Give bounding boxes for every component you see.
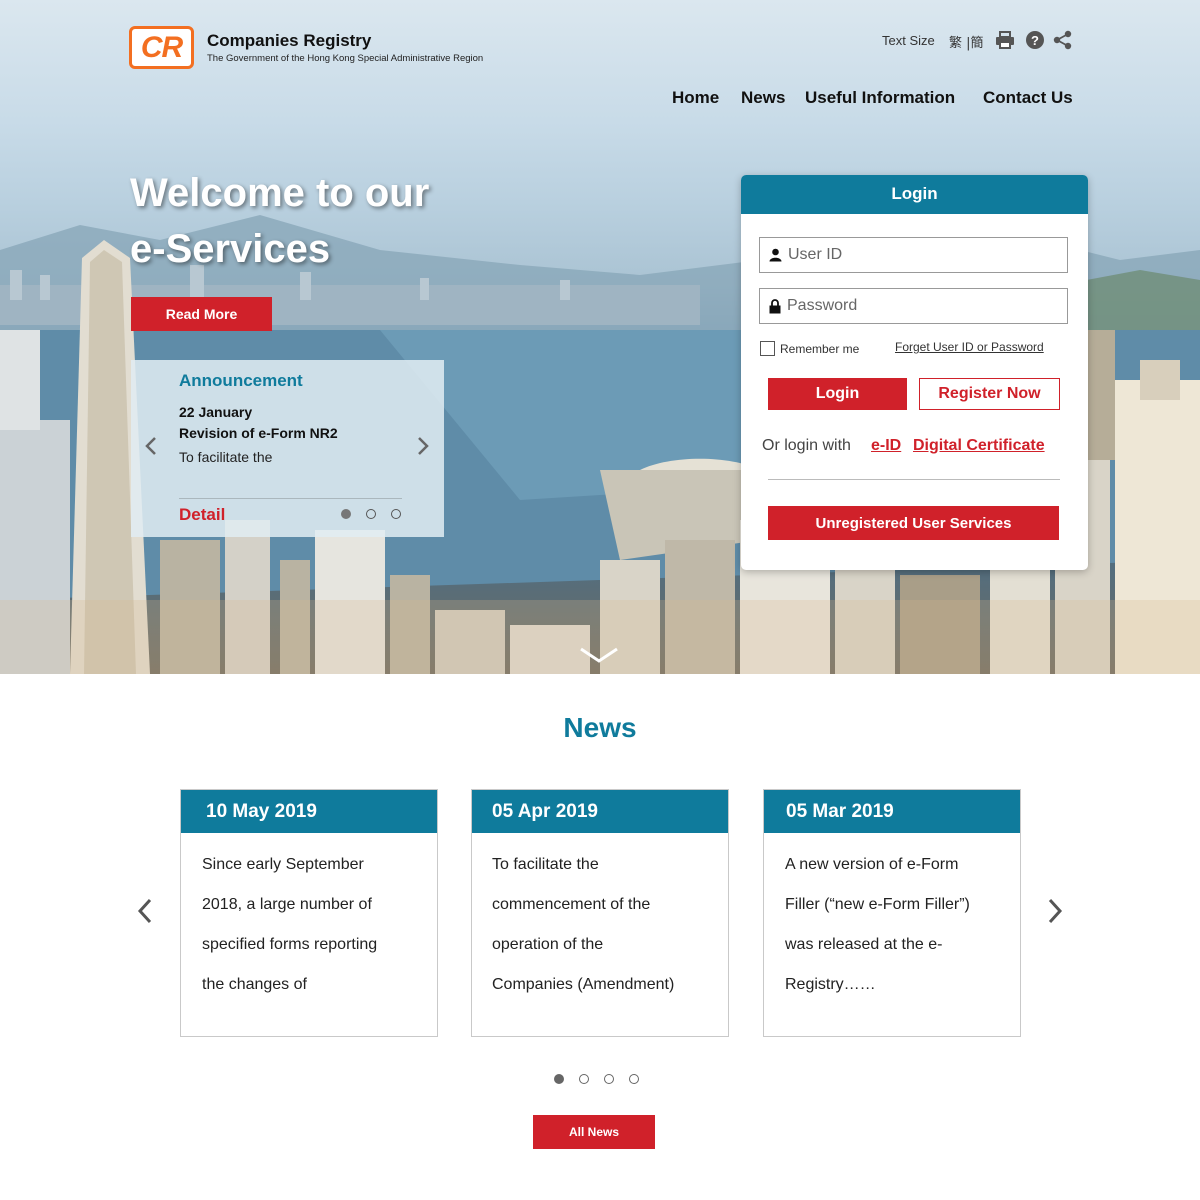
announcement-body: To facilitate the [179,449,273,465]
remember-me-label: Remember me [780,341,860,356]
nav-home[interactable]: Home [672,88,719,108]
announcement-dot-2[interactable] [366,509,376,519]
news-card-line: Companies (Amendment) [492,976,675,993]
password-input[interactable] [787,297,1057,315]
cr-logo[interactable]: CR [129,26,194,69]
news-card-line: To facilitate the [492,856,599,873]
remember-me[interactable]: Remember me [760,341,859,356]
announcement-divider [179,498,402,499]
or-login-with-label: Or login with [762,437,851,454]
announcement-title: Announcement [179,371,303,390]
news-dot-1[interactable] [554,1074,564,1084]
welcome-heading: Welcome to our e-Services [130,165,429,277]
help-icon[interactable]: ? [1025,30,1045,50]
announcement-detail-link[interactable]: Detail [179,505,225,525]
news-card-line: Registry…… [785,976,876,993]
svg-text:?: ? [1031,33,1039,48]
share-icon[interactable] [1053,30,1073,50]
news-card-body: Since early September 2018, a large numb… [202,845,427,1005]
news-card-line: operation of the [492,936,604,953]
news-prev-icon[interactable] [136,897,154,925]
user-id-field[interactable] [759,237,1068,273]
password-field[interactable] [759,288,1068,324]
news-card-line: A new version of e-Form [785,856,959,873]
read-more-button[interactable]: Read More [131,297,272,331]
login-button[interactable]: Login [768,378,907,410]
login-divider [768,479,1060,480]
unregistered-user-services-button[interactable]: Unregistered User Services [768,506,1059,540]
news-card-line: was released at the e- [785,936,943,953]
announcement-headline: Revision of e-Form NR2 [179,425,338,441]
announcement-date: 22 January [179,404,253,420]
news-card-body: A new version of e-Form Filler (“new e-F… [785,845,1010,1005]
welcome-line-2: e-Services [130,227,331,271]
news-card[interactable]: 10 May 2019 Since early September 2018, … [180,789,438,1037]
register-now-button[interactable]: Register Now [919,378,1060,410]
scroll-down-chevron-icon[interactable] [578,645,620,665]
welcome-line-1: Welcome to our [130,171,430,215]
all-news-button[interactable]: All News [533,1115,655,1149]
news-dot-4[interactable] [629,1074,639,1084]
user-id-input[interactable] [788,246,1058,264]
lock-icon [769,298,781,313]
news-card-line: commencement of the [492,896,651,913]
eid-login-link[interactable]: e-ID [871,437,901,455]
nav-news[interactable]: News [741,88,785,108]
news-card-date: 05 Mar 2019 [764,790,1020,833]
announcement-next-icon[interactable] [415,435,431,457]
news-section-title: News [563,712,637,743]
news-card-date: 10 May 2019 [181,790,437,833]
language-switch[interactable]: 繁 |簡 [949,32,984,51]
news-card-line: 2018, a large number of [202,896,372,913]
login-card: Login Remember me Forget User ID or Pass… [741,175,1088,570]
news-card-line: Since early September [202,856,364,873]
news-card[interactable]: 05 Mar 2019 A new version of e-Form Fill… [763,789,1021,1037]
site-title: Companies Registry [207,31,372,50]
news-next-icon[interactable] [1046,897,1064,925]
news-dot-2[interactable] [579,1074,589,1084]
site-subtitle: The Government of the Hong Kong Special … [207,53,484,64]
news-card-date: 05 Apr 2019 [472,790,728,833]
logo-text: CR [140,30,183,64]
news-card[interactable]: 05 Apr 2019 To facilitate the commenceme… [471,789,729,1037]
announcement-dot-3[interactable] [391,509,401,519]
print-icon[interactable] [995,30,1015,50]
news-card-body: To facilitate the commencement of the op… [492,845,728,1005]
remember-me-checkbox[interactable] [760,341,775,356]
nav-useful-information[interactable]: Useful Information [805,88,955,108]
news-dot-3[interactable] [604,1074,614,1084]
login-title: Login [741,175,1088,214]
text-size-control[interactable]: Text Size [882,33,935,48]
announcement-dot-1[interactable] [341,509,351,519]
news-card-line: specified forms reporting [202,936,378,953]
nav-contact-us[interactable]: Contact Us [983,88,1073,108]
announcement-prev-icon[interactable] [143,435,159,457]
news-card-line: Filler (“new e-Form Filler”) [785,896,970,913]
news-card-line: the changes of [202,976,307,993]
announcement-panel: Announcement 22 January Revision of e-Fo… [131,360,444,537]
user-icon [769,248,782,262]
digital-certificate-link[interactable]: Digital Certificate [913,437,1045,455]
forget-credentials-link[interactable]: Forget User ID or Password [895,340,1044,354]
